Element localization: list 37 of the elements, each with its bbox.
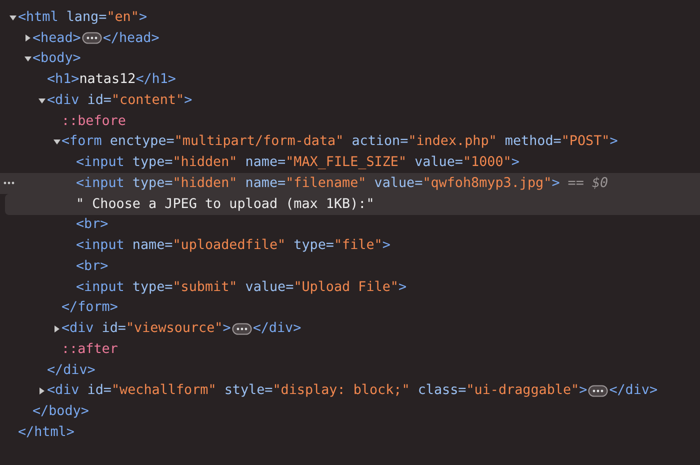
code-text: ::before	[62, 114, 126, 129]
code-text: </head>	[102, 30, 160, 46]
code-text: ::after	[62, 342, 118, 357]
code-text: <br>	[76, 258, 108, 274]
code-text: <head>	[32, 30, 81, 46]
collapsed-triangle-icon[interactable]	[38, 387, 46, 395]
collapsed-triangle-icon[interactable]	[24, 34, 32, 42]
code-text: </html>	[18, 424, 74, 440]
expanded-triangle-icon[interactable]	[24, 55, 32, 63]
expanded-triangle-icon[interactable]	[9, 14, 17, 22]
code-text: </body>	[32, 404, 89, 420]
code-text: </div>	[609, 383, 658, 398]
code-text: <input type="hidden" name="filename" value="qwfoh8myp3.jpg"> == $0	[76, 176, 608, 191]
selected-row[interactable]: <input type="hidden" name="filename" value="qwfoh8myp3.jpg"> == $0	[0, 173, 700, 194]
ellipsis-pill-icon[interactable]	[82, 32, 102, 44]
code-text: </div>	[47, 362, 96, 378]
code-text: <div id="content">	[47, 92, 192, 108]
code-text: <input name="uploadedfile" type="file">	[76, 238, 390, 254]
code-text: <form enctype="multipart/form-data" action="index.php" method="POST">	[62, 134, 618, 150]
collapsed-triangle-icon[interactable]	[52, 324, 60, 333]
ellipsis-pill-icon[interactable]	[232, 322, 252, 335]
code-text: <div id="wechallform" style="display: block;" class="ui-draggable">	[47, 383, 588, 398]
code-text: <br>	[76, 217, 108, 232]
code-text: <h1>natas12</h1>	[47, 72, 176, 88]
code-text: <div id="viewsource">	[62, 321, 231, 336]
code-text: <input type="hidden" name="MAX_FILE_SIZE" value="1000">	[76, 155, 520, 170]
expanded-triangle-icon[interactable]	[38, 96, 46, 104]
hovered-row[interactable]: " Choose a JPEG to upload (max 1KB):"	[5, 194, 700, 214]
expanded-triangle-icon[interactable]	[52, 138, 60, 146]
code-text: </form>	[62, 300, 118, 316]
code-text: <input type="submit" value="Upload File">	[76, 280, 407, 295]
code-text: <body>	[32, 51, 81, 66]
code-text: </div>	[252, 321, 302, 336]
more-dots-icon[interactable]	[3, 181, 15, 185]
code-text: " Choose a JPEG to upload (max 1KB):"	[76, 196, 374, 212]
code-text: <html lang="en">	[18, 10, 147, 25]
ellipsis-pill-icon[interactable]	[588, 384, 608, 397]
